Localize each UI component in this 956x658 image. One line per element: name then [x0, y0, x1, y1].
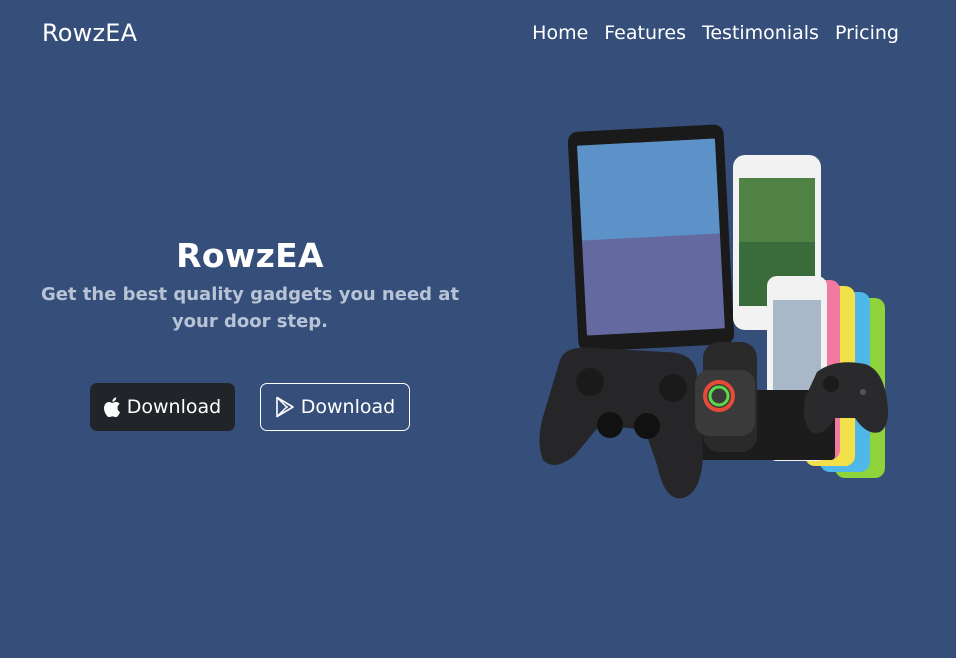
nav-link-home[interactable]: Home	[532, 22, 588, 44]
apple-download-label: Download	[126, 396, 222, 418]
hero-subtitle: Get the best quality gadgets you need at…	[40, 284, 460, 332]
apple-download-button[interactable]: Download	[90, 383, 235, 431]
nav-link-pricing[interactable]: Pricing	[835, 22, 899, 44]
hero-gadgets-image	[539, 124, 889, 499]
play-download-label: Download	[300, 396, 396, 418]
play-download-button[interactable]: Download	[260, 383, 410, 431]
play-store-icon	[275, 396, 295, 418]
hero-title: RowzEA	[176, 236, 324, 275]
navbar-brand[interactable]: RowzEA	[42, 19, 137, 47]
smartwatch-image	[695, 342, 757, 452]
tablet-image	[567, 124, 735, 352]
hero-text: RowzEA Get the best quality gadgets you …	[20, 236, 480, 335]
navbar: RowzEA Home Features Testimonials Pricin…	[0, 0, 956, 70]
apple-icon	[103, 397, 121, 417]
playstation-controller-image	[539, 347, 703, 499]
nav-links: Home Features Testimonials Pricing	[532, 22, 899, 44]
nav-link-features[interactable]: Features	[604, 22, 686, 44]
nav-link-testimonials[interactable]: Testimonials	[702, 22, 819, 44]
